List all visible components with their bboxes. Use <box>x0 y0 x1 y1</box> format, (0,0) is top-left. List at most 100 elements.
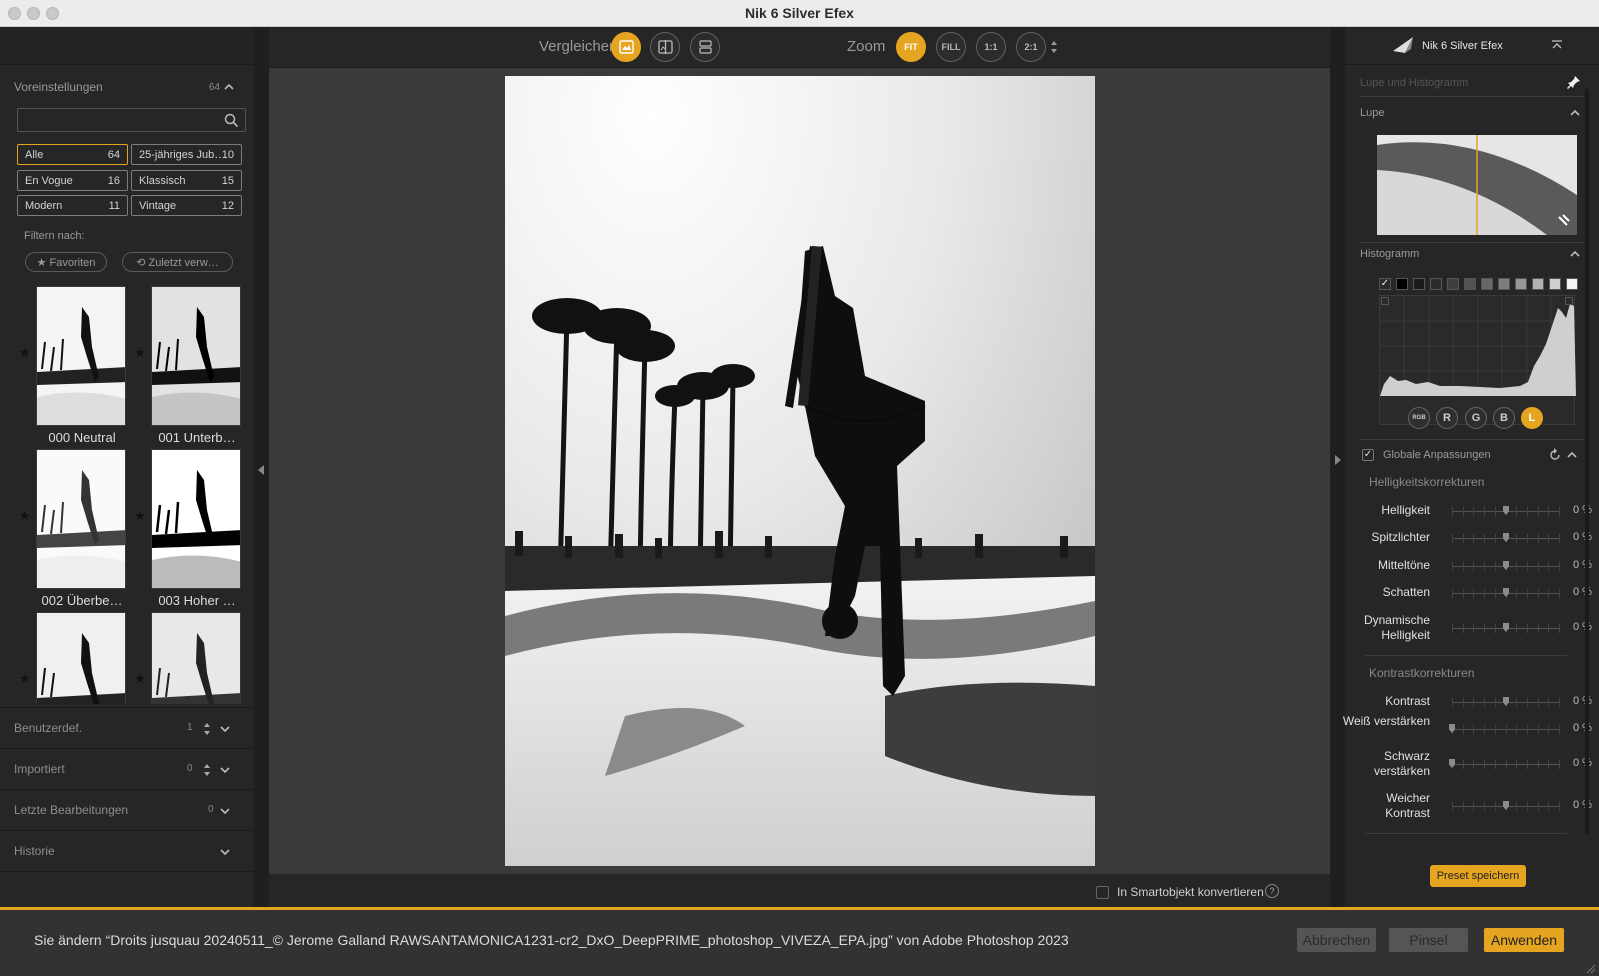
global-adjustments-checkbox[interactable]: ✓ <box>1362 449 1374 461</box>
highlight-clip-indicator[interactable] <box>1565 297 1573 305</box>
panel-scrollbar[interactable] <box>1585 89 1589 834</box>
channel-r-button[interactable]: R <box>1436 407 1458 429</box>
sort-stepper-icon[interactable] <box>202 762 212 778</box>
preview-toolbar: Vergleichen Zoom FIT FILL 1:1 2:1 <box>269 27 1330 68</box>
collapse-global-icon[interactable] <box>1565 448 1579 462</box>
expand-chevron-icon[interactable] <box>218 804 232 818</box>
adjustment-slider[interactable] <box>1452 623 1560 633</box>
resize-grip-icon[interactable] <box>1584 962 1596 974</box>
slider-tick <box>1484 507 1486 516</box>
left-panel-divider[interactable] <box>254 27 269 907</box>
slider-tick <box>1452 802 1453 811</box>
channel-b-button[interactable]: B <box>1493 407 1515 429</box>
contrast-group-title: Kontrastkorrekturen <box>1369 666 1475 680</box>
expand-chevron-icon[interactable] <box>218 763 232 777</box>
slider-knob[interactable] <box>1503 801 1509 810</box>
adjustment-slider[interactable] <box>1452 561 1560 571</box>
pin-icon[interactable] <box>1567 75 1581 89</box>
slider-tick <box>1452 589 1453 598</box>
section-importiert[interactable]: Importiert 0 <box>0 748 254 790</box>
preview-canvas[interactable] <box>269 68 1330 874</box>
zoom-fill-button[interactable]: FILL <box>936 32 966 62</box>
search-icon[interactable] <box>224 113 239 128</box>
section-historie[interactable]: Historie <box>0 830 254 872</box>
collapse-left-arrow-icon[interactable] <box>258 465 265 475</box>
slider-value: 0 % <box>1573 531 1592 543</box>
compare-split-view-button[interactable] <box>650 32 680 62</box>
collapse-loupe-icon[interactable] <box>1568 106 1582 120</box>
apply-button[interactable]: Anwenden <box>1484 928 1564 952</box>
adjustment-slider[interactable] <box>1452 506 1560 516</box>
preset-thumb-001[interactable]: 001 Unterb… <box>151 286 243 445</box>
brush-button[interactable]: Pinsel <box>1389 928 1468 952</box>
zoom-stepper-icon[interactable] <box>1050 40 1058 54</box>
help-icon[interactable]: ? <box>1265 884 1279 898</box>
zoom-1-1-button[interactable]: 1:1 <box>976 32 1006 62</box>
smart-object-checkbox[interactable] <box>1096 886 1109 899</box>
slider-knob[interactable] <box>1503 588 1509 597</box>
preset-preview-image <box>151 612 241 704</box>
preset-thumb-004[interactable] <box>36 612 128 704</box>
preset-thumb-002[interactable]: 002 Überbe… <box>36 449 128 608</box>
favorite-star-icon[interactable]: ★ <box>134 345 146 361</box>
slider-knob[interactable] <box>1503 506 1509 515</box>
compare-single-view-button[interactable] <box>611 32 641 62</box>
preset-thumb-005[interactable] <box>151 612 243 704</box>
slider-knob[interactable] <box>1503 533 1509 542</box>
status-bar: Sie ändern “Droits jusquau 20240511_© Je… <box>0 907 1599 976</box>
loupe-preview[interactable] <box>1377 135 1577 235</box>
slider-knob[interactable] <box>1449 759 1455 768</box>
collapse-top-icon[interactable] <box>1551 39 1563 51</box>
filter-recently-used[interactable]: ⟲ Zuletzt verw… <box>122 252 233 272</box>
favorite-star-icon[interactable]: ★ <box>134 671 146 687</box>
section-letzte-bearbeitungen[interactable]: Letzte Bearbeitungen 0 <box>0 789 254 831</box>
cancel-button[interactable]: Abbrechen <box>1297 928 1376 952</box>
reset-icon[interactable] <box>1548 448 1562 462</box>
adjustment-slider[interactable] <box>1449 759 1560 769</box>
shadow-clip-toggle[interactable]: ✓ <box>1379 278 1391 290</box>
channel-rgb-button[interactable]: RGB <box>1408 407 1430 429</box>
category-alle[interactable]: Alle 64 <box>17 144 128 165</box>
adjustment-slider[interactable] <box>1452 533 1560 543</box>
channel-g-button[interactable]: G <box>1465 407 1487 429</box>
category-modern[interactable]: Modern 11 <box>17 195 128 216</box>
presets-count: 64 <box>208 82 220 93</box>
slider-knob[interactable] <box>1503 697 1509 706</box>
compare-side-by-side-button[interactable] <box>690 32 720 62</box>
adjustment-slider[interactable] <box>1452 697 1560 707</box>
collapse-right-arrow-icon[interactable] <box>1334 455 1341 465</box>
zoom-fit-button[interactable]: FIT <box>896 32 926 62</box>
zoom-label: Zoom <box>847 38 886 55</box>
collapse-presets-icon[interactable] <box>222 80 236 94</box>
adjustment-slider[interactable] <box>1449 724 1560 734</box>
slider-tick <box>1473 562 1475 571</box>
section-benutzerdef[interactable]: Benutzerdef. 1 <box>0 707 254 749</box>
expand-chevron-icon[interactable] <box>218 722 232 736</box>
collapse-histogram-icon[interactable] <box>1568 247 1582 261</box>
expand-chevron-icon[interactable] <box>218 845 232 859</box>
slider-knob[interactable] <box>1503 561 1509 570</box>
favorite-star-icon[interactable]: ★ <box>134 508 146 524</box>
shadow-clip-indicator[interactable] <box>1381 297 1389 305</box>
filter-favorites[interactable]: ★ Favoriten <box>25 252 107 272</box>
adjustment-slider[interactable] <box>1452 801 1560 811</box>
adjustment-slider[interactable] <box>1452 588 1560 598</box>
slider-knob[interactable] <box>1503 623 1509 632</box>
category-vintage[interactable]: Vintage 12 <box>131 195 242 216</box>
preset-search-input[interactable] <box>17 108 246 132</box>
slider-knob[interactable] <box>1449 724 1455 733</box>
preset-thumb-000[interactable]: 000 Neutral <box>36 286 128 445</box>
zoom-2-1-button[interactable]: 2:1 <box>1016 32 1046 62</box>
favorite-star-icon[interactable]: ★ <box>19 671 31 687</box>
favorite-star-icon[interactable]: ★ <box>19 508 31 524</box>
preview-photo[interactable] <box>505 76 1095 866</box>
favorite-star-icon[interactable]: ★ <box>19 345 31 361</box>
save-preset-button[interactable]: Preset speichern <box>1430 865 1526 887</box>
category-klassisch[interactable]: Klassisch 15 <box>131 170 242 191</box>
channel-l-button[interactable]: L <box>1521 407 1543 429</box>
sort-stepper-icon[interactable] <box>202 721 212 737</box>
category-en-vogue[interactable]: En Vogue 16 <box>17 170 128 191</box>
preset-thumb-003[interactable]: 003 Hoher … <box>151 449 243 608</box>
category-25-jahriges-jubilaum[interactable]: 25-jähriges Jub… 10 <box>131 144 242 165</box>
preset-preview-image <box>151 286 241 426</box>
